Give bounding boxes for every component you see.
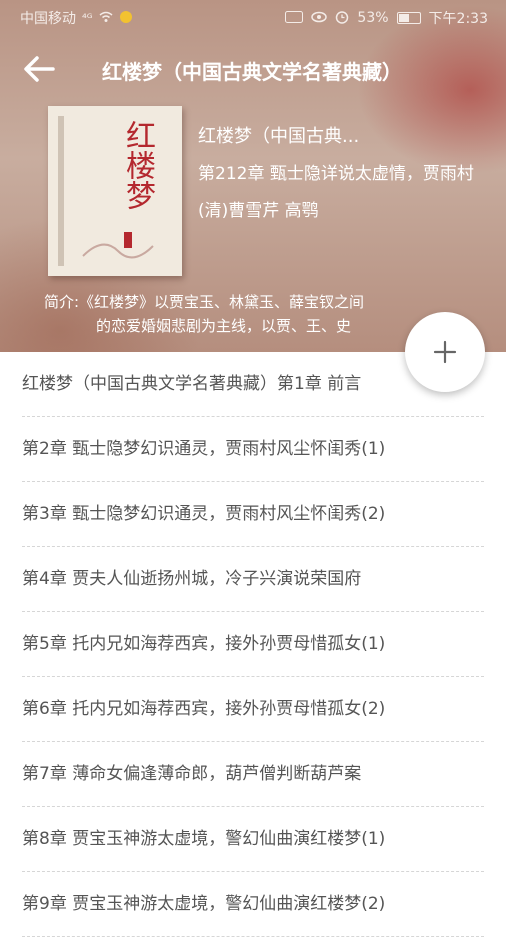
book-cover[interactable]: 红楼梦	[48, 106, 182, 276]
battery-icon	[396, 12, 421, 24]
chapter-item[interactable]: 第8章 贾宝玉神游太虚境，警幻仙曲演红楼梦(1)	[22, 807, 484, 872]
hd-icon	[285, 10, 304, 26]
cover-illustration-icon	[82, 232, 154, 259]
book-info: 红楼梦（中国古典... 第212章 甄士隐详说太虚情，贾雨村 (清)曹雪芹 高鹗	[198, 122, 506, 233]
carrier-label: 中国移动	[20, 11, 76, 27]
chapter-item[interactable]: 第2章 甄士隐梦幻识通灵，贾雨村风尘怀闺秀(1)	[22, 417, 484, 482]
latest-chapter[interactable]: 第212章 甄士隐详说太虚情，贾雨村	[198, 159, 506, 183]
eye-icon	[311, 11, 328, 26]
chapter-list: 红楼梦（中国古典文学名著典藏）第1章 前言 第2章 甄士隐梦幻识通灵，贾雨村风尘…	[0, 352, 506, 937]
wifi-icon	[99, 11, 113, 26]
chapter-item[interactable]: 第4章 贾夫人仙逝扬州城，冷子兴演说荣国府	[22, 547, 484, 612]
add-to-bookshelf-button[interactable]	[405, 312, 485, 392]
book-name: 红楼梦（中国古典...	[198, 126, 360, 146]
plus-icon	[433, 340, 457, 364]
signal-icon: ⁴ᴳ	[82, 11, 93, 25]
battery-percent: 53%	[357, 10, 389, 26]
notification-icon	[119, 10, 133, 27]
synopsis-line: 简介:《红楼梦》以贾宝玉、林黛玉、薛宝钗之间	[44, 293, 365, 311]
back-arrow-icon[interactable]	[22, 52, 56, 86]
chapter-item[interactable]: 第5章 托内兄如海荐西宾，接外孙贾母惜孤女(1)	[22, 612, 484, 677]
synopsis-line: 的恋爱婚姻悲剧为主线，以贾、王、史	[96, 317, 352, 335]
chapter-item[interactable]: 第3章 甄士隐梦幻识通灵，贾雨村风尘怀闺秀(2)	[22, 482, 484, 547]
cover-spine-decoration	[58, 116, 64, 266]
page-title: 红楼梦（中国古典文学名著典藏）	[102, 60, 402, 84]
book-header: 中国移动 ⁴ᴳ 53% 下午2:33 红楼梦（中国古典文学名著典藏） 红楼梦 红…	[0, 0, 506, 352]
cover-title: 红楼梦	[120, 120, 155, 210]
toolbar: 红楼梦（中国古典文学名著典藏）	[0, 44, 506, 94]
book-author: (清)曹雪芹 高鹗	[198, 201, 319, 220]
chapter-item[interactable]: 第9章 贾宝玉神游太虚境，警幻仙曲演红楼梦(2)	[22, 872, 484, 937]
clock: 下午2:33	[428, 11, 488, 27]
chapter-item[interactable]: 第7章 薄命女偏逢薄命郎，葫芦僧判断葫芦案	[22, 742, 484, 807]
chapter-item[interactable]: 第6章 托内兄如海荐西宾，接外孙贾母惜孤女(2)	[22, 677, 484, 742]
status-bar: 中国移动 ⁴ᴳ 53% 下午2:33	[0, 0, 506, 34]
alarm-icon	[335, 10, 349, 27]
